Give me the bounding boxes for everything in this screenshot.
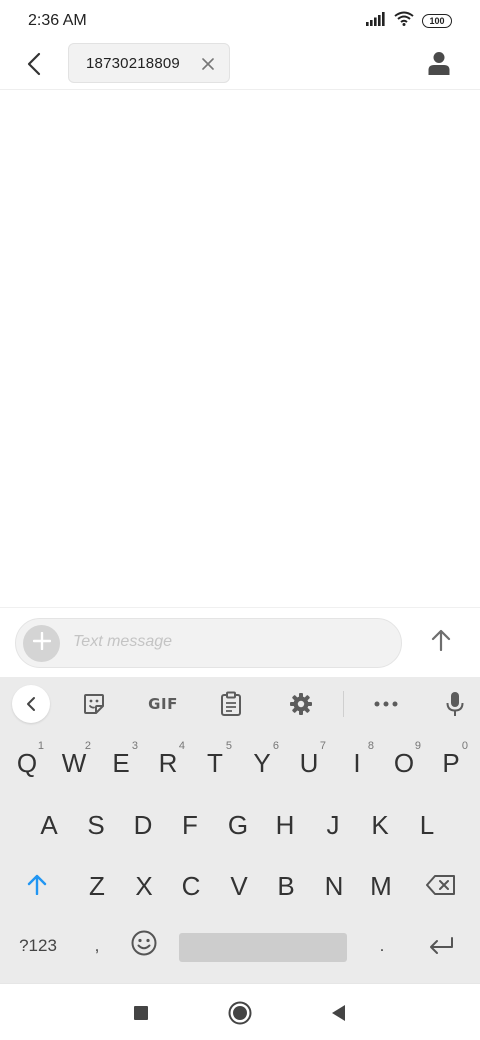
- key-k[interactable]: K: [357, 800, 403, 850]
- signal-icon: [366, 11, 386, 31]
- message-list[interactable]: [0, 91, 480, 607]
- symbols-key[interactable]: ?123: [10, 921, 66, 971]
- plus-icon: [32, 631, 51, 655]
- contact-button[interactable]: [422, 48, 456, 82]
- key-u[interactable]: U7: [286, 738, 332, 788]
- key-c[interactable]: C: [168, 861, 214, 911]
- status-time: 2:36 AM: [28, 12, 87, 29]
- clipboard-icon[interactable]: [211, 684, 251, 724]
- key-w[interactable]: W2: [51, 738, 97, 788]
- settings-gear-icon[interactable]: [281, 684, 321, 724]
- key-b[interactable]: B: [263, 861, 309, 911]
- key-v[interactable]: V: [216, 861, 262, 911]
- key-p[interactable]: P0: [428, 738, 474, 788]
- more-dots-icon[interactable]: [366, 684, 406, 724]
- key-q[interactable]: Q1: [4, 738, 50, 788]
- shift-arrow-icon: [27, 871, 47, 902]
- toolbar-divider: [343, 691, 344, 717]
- attach-button[interactable]: [23, 625, 60, 662]
- recents-square-icon[interactable]: [126, 998, 156, 1028]
- key-m[interactable]: M: [358, 861, 404, 911]
- back-button[interactable]: [14, 46, 54, 86]
- key-g[interactable]: G: [215, 800, 261, 850]
- key-s[interactable]: S: [73, 800, 119, 850]
- contact-person-icon: [428, 51, 450, 80]
- enter-key[interactable]: [418, 921, 464, 971]
- recipient-chip[interactable]: 18730218809: [68, 43, 230, 83]
- key-z[interactable]: Z: [74, 861, 120, 911]
- key-f[interactable]: F: [167, 800, 213, 850]
- gif-button[interactable]: GIF: [141, 684, 185, 724]
- key-x[interactable]: X: [121, 861, 167, 911]
- shift-key[interactable]: [14, 861, 60, 911]
- key-n[interactable]: N: [311, 861, 357, 911]
- key-i[interactable]: I8: [334, 738, 380, 788]
- system-nav-bar: [0, 983, 480, 1040]
- backspace-key[interactable]: [418, 861, 464, 911]
- key-a[interactable]: A: [26, 800, 72, 850]
- key-l[interactable]: L: [404, 800, 450, 850]
- compose-field[interactable]: Text message: [15, 618, 402, 668]
- gif-label: GIF: [148, 695, 178, 713]
- key-t[interactable]: T5: [192, 738, 238, 788]
- collapse-chevron-icon[interactable]: [12, 685, 50, 723]
- key-d[interactable]: D: [120, 800, 166, 850]
- keyboard-toolbar: GIF: [0, 677, 480, 731]
- send-button[interactable]: [424, 625, 458, 659]
- period-key[interactable]: .: [359, 921, 405, 971]
- home-circle-icon[interactable]: [225, 998, 255, 1028]
- status-icons: 100: [366, 11, 452, 31]
- chip-close-icon[interactable]: [199, 55, 217, 73]
- key-e[interactable]: E3: [98, 738, 144, 788]
- conversation-header: 18730218809: [0, 42, 480, 90]
- sticker-icon[interactable]: [74, 684, 114, 724]
- keyboard: GIF Q 1 W 2 E 3 R 4 T 5 Y 6 U 7 I 8 O 9 …: [0, 677, 480, 983]
- spacebar[interactable]: [179, 933, 347, 962]
- backspace-icon: [426, 871, 456, 902]
- key-j[interactable]: J: [310, 800, 356, 850]
- status-bar: 2:36 AM 100: [0, 0, 480, 42]
- back-arrow-icon: [27, 52, 41, 81]
- emoji-key[interactable]: [121, 921, 167, 971]
- compose-bar: Text message: [0, 607, 480, 677]
- microphone-icon[interactable]: [435, 684, 475, 724]
- compose-placeholder: Text message: [73, 633, 173, 650]
- emoji-icon: [131, 930, 157, 963]
- key-o[interactable]: O9: [381, 738, 427, 788]
- comma-key[interactable]: ,: [74, 921, 120, 971]
- recipient-number: 18730218809: [86, 54, 180, 72]
- back-triangle-icon[interactable]: [324, 998, 354, 1028]
- key-r[interactable]: R4: [145, 738, 191, 788]
- battery-icon: 100: [422, 14, 452, 28]
- wifi-icon: [394, 11, 414, 31]
- key-y[interactable]: Y6: [239, 738, 285, 788]
- key-h[interactable]: H: [262, 800, 308, 850]
- send-arrow-icon: [431, 629, 451, 656]
- enter-icon: [428, 931, 454, 962]
